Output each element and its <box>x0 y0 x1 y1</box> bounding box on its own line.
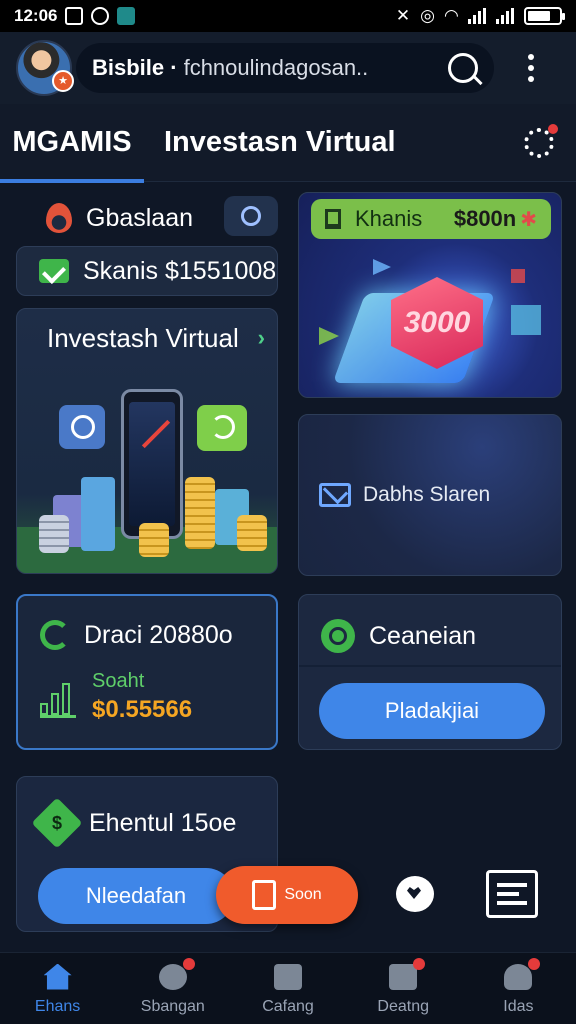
notification-badge <box>528 957 541 970</box>
document-icon <box>387 957 426 992</box>
checkmark-icon <box>39 259 69 283</box>
mail-icon <box>319 483 351 507</box>
khanis-hero-card[interactable]: Khanis $800n ✱ 3000 <box>298 192 562 398</box>
notification-icon <box>65 7 84 25</box>
chat-heart-icon[interactable] <box>396 876 434 912</box>
header-search-bar[interactable]: Bisbile · fchnoulindagosan.. <box>76 43 494 93</box>
flame-icon <box>46 203 72 233</box>
signal-icon <box>468 8 486 24</box>
gbaslaan-label: Gbaslaan <box>86 203 194 232</box>
signal-icon-2 <box>496 8 514 24</box>
profile-alert-icon <box>157 957 195 992</box>
phone-illustration <box>121 389 183 539</box>
nav-label: Idas <box>503 997 534 1015</box>
ceaneian-card: Ceaneian Pladakjiai <box>298 594 562 750</box>
draci-label: Draci 20880o <box>84 620 233 649</box>
dollar-diamond-icon: $ <box>31 797 83 849</box>
app-header: ★ Bisbile · fchnoulindagosan.. <box>0 32 576 104</box>
coin-stack-icon <box>139 523 169 557</box>
chat-bubble-icon <box>197 405 247 451</box>
draci-sub-label: Soaht <box>92 670 145 692</box>
skanis-label: Skanis $1551008 <box>83 256 277 285</box>
list-menu-icon[interactable] <box>486 870 538 918</box>
coin-stack-icon <box>237 515 267 551</box>
sync-icon <box>91 7 110 25</box>
gbaslaan-row[interactable]: Gbaslaan <box>16 196 278 240</box>
avatar[interactable]: ★ <box>16 40 74 96</box>
app-notification-icon <box>117 7 136 25</box>
building-icon <box>81 477 115 551</box>
paper-plane-icon <box>373 259 391 275</box>
search-icon <box>241 206 261 226</box>
status-bar: 12:06 ✕ ◎ ◠ <box>0 0 576 32</box>
tab-bar: MGAMIS Investasn Virtual <box>0 104 576 183</box>
cube-decoration <box>511 305 541 335</box>
cube-decoration <box>511 269 525 283</box>
nav-ehans[interactable]: Ehans <box>0 953 115 1024</box>
divider <box>299 665 561 667</box>
khanis-value: $800n <box>453 206 517 231</box>
nav-deatng[interactable]: Deatng <box>346 953 461 1024</box>
ehentul-label: Ehentul 15oe <box>89 808 237 837</box>
draci-amount: $0.55566 <box>92 696 193 723</box>
user-icon <box>502 957 541 992</box>
khanis-label: Khanis <box>355 206 423 231</box>
building-icon <box>325 209 341 229</box>
brand-name: Bisbile · <box>92 55 178 80</box>
tab-mgamis[interactable]: MGAMIS <box>0 104 144 183</box>
home-icon <box>42 962 74 992</box>
mute-icon: ✕ <box>395 6 411 25</box>
nav-cafang[interactable]: Cafang <box>230 953 345 1024</box>
investash-virtual-title: Investash Virtual <box>47 323 239 353</box>
gbaslaan-search-button[interactable] <box>224 196 278 236</box>
edit-icon <box>272 962 304 992</box>
pladakjiai-button[interactable]: Pladakjiai <box>319 683 545 739</box>
skanis-row[interactable]: Skanis $1551008 <box>16 246 278 296</box>
ceaneian-label: Ceaneian <box>369 621 477 650</box>
notification-badge <box>182 957 195 970</box>
search-icon[interactable] <box>448 53 478 83</box>
clock: 12:06 <box>14 6 58 25</box>
notification-badge <box>413 957 426 970</box>
nleedafan-button[interactable]: Nleedafan <box>38 868 234 924</box>
dollar-circle-icon <box>321 619 355 653</box>
soon-label: Soon <box>284 886 322 903</box>
settings-alert-dot <box>548 123 558 134</box>
tab-investasn-virtual[interactable]: Investasn Virtual <box>164 104 396 182</box>
nav-label: Deatng <box>377 997 429 1015</box>
dabhs-slaren-card[interactable]: Dabhs Slaren <box>298 414 562 576</box>
draci-card[interactable]: Draci 20880o Soaht $0.55566 <box>16 594 278 750</box>
nav-label: Cafang <box>262 997 314 1015</box>
investash-virtual-card[interactable]: Investash Virtual › <box>16 308 278 574</box>
header-subtitle: fchnoulindagosan.. <box>183 55 369 80</box>
coin-stack-icon <box>39 515 69 553</box>
bar-chart-icon <box>40 678 76 718</box>
more-options-icon[interactable] <box>528 54 534 82</box>
search-bubble-icon <box>59 405 105 449</box>
nav-label: Sbangan <box>140 997 205 1015</box>
nav-sbangan[interactable]: Sbangan <box>115 953 230 1024</box>
star-icon: ✱ <box>520 208 537 231</box>
chevron-right-icon: › <box>257 325 265 350</box>
dabhs-label: Dabhs Slaren <box>363 483 491 506</box>
soon-button[interactable]: Soon <box>216 866 358 924</box>
bottom-navigation: Ehans Sbangan Cafang Deatng Idas <box>0 952 576 1024</box>
khanis-bar[interactable]: Khanis $800n ✱ <box>311 199 551 239</box>
nav-idas[interactable]: Idas <box>461 953 576 1024</box>
coin-stack-icon <box>185 477 215 549</box>
wifi-icon: ◠ <box>444 6 458 25</box>
refresh-icon <box>40 620 70 650</box>
document-icon <box>252 880 277 910</box>
battery-icon <box>524 7 565 25</box>
alarm-icon: ◎ <box>420 6 435 25</box>
settings-gear-icon[interactable] <box>524 123 558 158</box>
nav-label: Ehans <box>34 997 81 1015</box>
avatar-badge-icon: ★ <box>52 70 74 92</box>
paper-plane-icon <box>319 327 339 345</box>
